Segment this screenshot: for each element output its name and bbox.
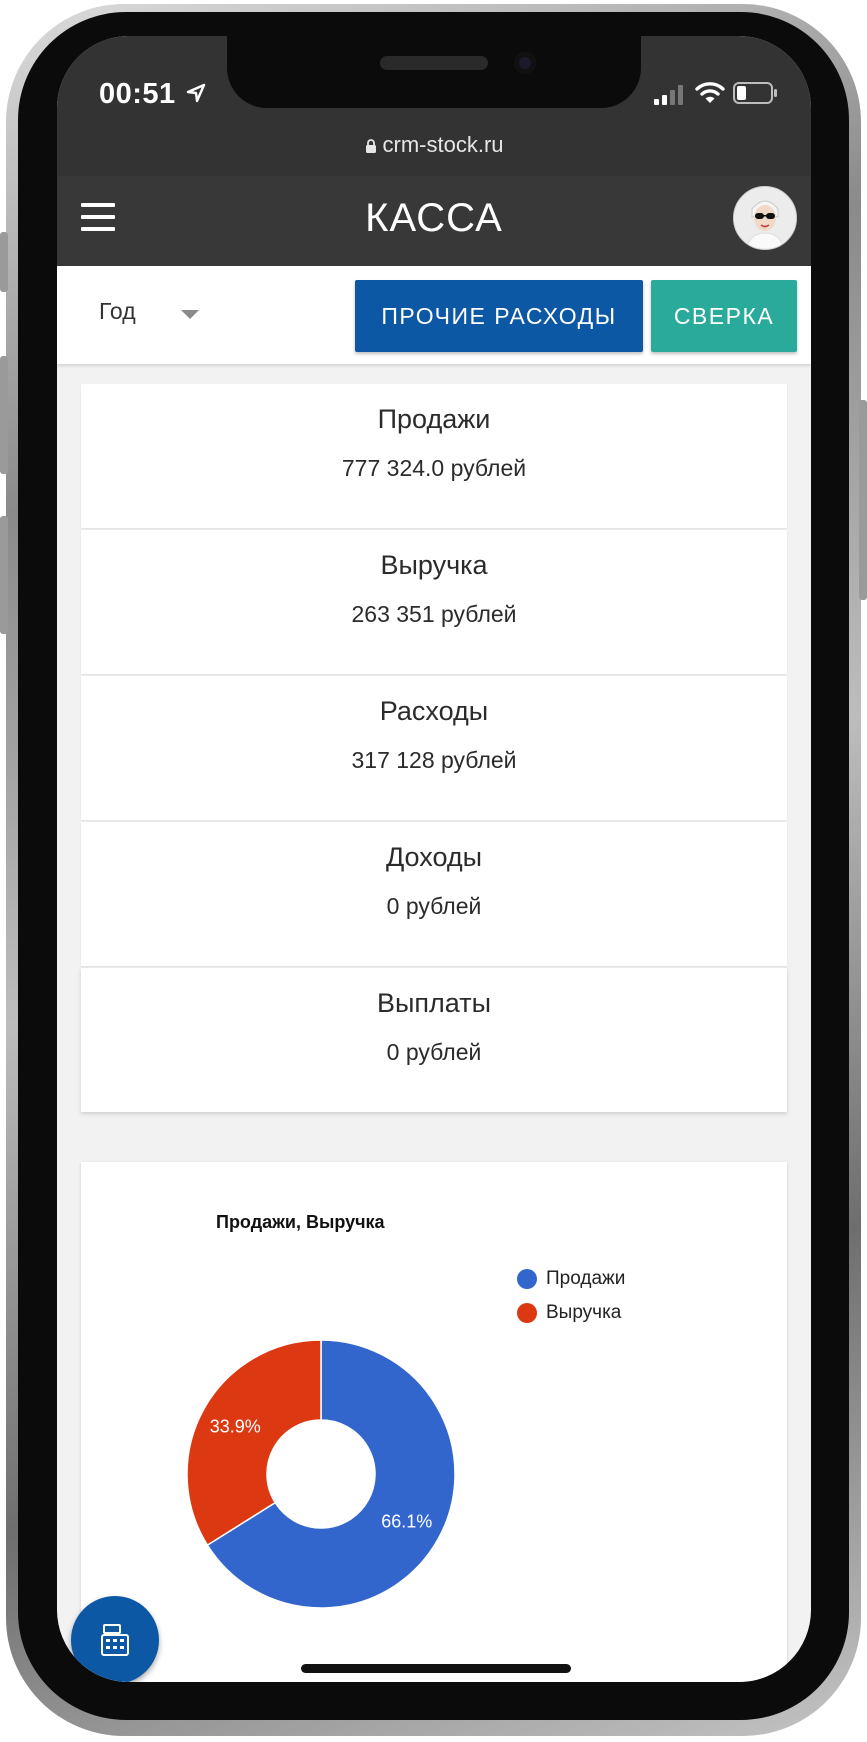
location-arrow-icon [186,83,206,103]
chart-card: Продажи, Выручка 66.1% 33.9% Продажи Выру… [81,1162,787,1682]
stat-value: 263 351 рублей [351,601,517,627]
slice-label: 33.9% [210,1417,261,1437]
legend-color-dot [517,1303,537,1323]
stat-label: Выплаты [377,988,491,1018]
legend-label: Выручка [546,1302,622,1323]
period-select[interactable]: Год [99,298,209,334]
stat-expenses: Расходы 317 128 рублей [81,676,787,820]
stat-label: Расходы [379,696,489,726]
address-bar[interactable]: crm-stock.ru [57,132,811,158]
url-text: crm-stock.ru [382,132,504,157]
stat-value: 0 рублей [386,1039,482,1065]
notch [227,36,641,108]
screen: 00:51 crm-stock.ru КАССА Год ПРОЧИЕ РАСХ… [57,36,811,1682]
app-header: КАССА [57,176,811,266]
legend-color-dot [517,1269,537,1289]
user-avatar-icon [734,187,796,249]
donut-chart: 66.1% 33.9% [186,1339,456,1609]
cell-signal-icon [654,85,683,105]
stat-sales: Продажи 777 324.0 рублей [81,384,787,528]
slice-label: 66.1% [381,1511,432,1531]
volume-down-button [0,516,8,634]
stat-label: Продажи [377,404,491,434]
stat-payouts: Выплаты 0 рублей [81,968,787,1112]
status-bar: 00:51 crm-stock.ru [57,36,811,176]
other-expenses-button[interactable]: ПРОЧИЕ РАСХОДЫ [355,280,643,352]
stat-value: 0 рублей [386,893,482,919]
chart-legend: Продажи Выручка [517,1262,625,1330]
stat-label: Доходы [385,842,483,872]
stat-revenue: Выручка 263 351 рублей [81,530,787,674]
front-camera [514,52,536,74]
stat-value: 317 128 рублей [351,747,517,773]
avatar[interactable] [733,186,797,250]
chevron-down-icon [181,310,199,319]
wifi-icon [695,82,725,103]
stats-card: Продажи 777 324.0 рублей Выручка 263 351… [81,384,787,1114]
power-button [859,400,867,600]
stat-income: Доходы 0 рублей [81,822,787,966]
status-time: 00:51 [99,78,176,110]
home-indicator[interactable] [301,1664,571,1673]
page-title: КАССА [365,196,503,240]
mute-switch [0,232,8,292]
stat-value: 777 324.0 рублей [341,455,527,481]
period-selected-value: Год [99,298,136,324]
speaker-grille [380,56,488,70]
legend-item[interactable]: Продажи [517,1262,625,1296]
lock-icon [365,139,376,153]
volume-up-button [0,356,8,474]
calculator-fab-button[interactable] [71,1596,159,1682]
legend-item[interactable]: Выручка [517,1296,625,1330]
calculator-icon [101,1624,129,1656]
stat-label: Выручка [380,550,488,580]
toolbar: Год ПРОЧИЕ РАСХОДЫ СВЕРКА [57,266,811,364]
reconcile-button[interactable]: СВЕРКА [651,280,797,352]
legend-label: Продажи [546,1268,626,1289]
donut-slice-Выручка[interactable] [186,1339,322,1547]
battery-icon [733,82,777,104]
